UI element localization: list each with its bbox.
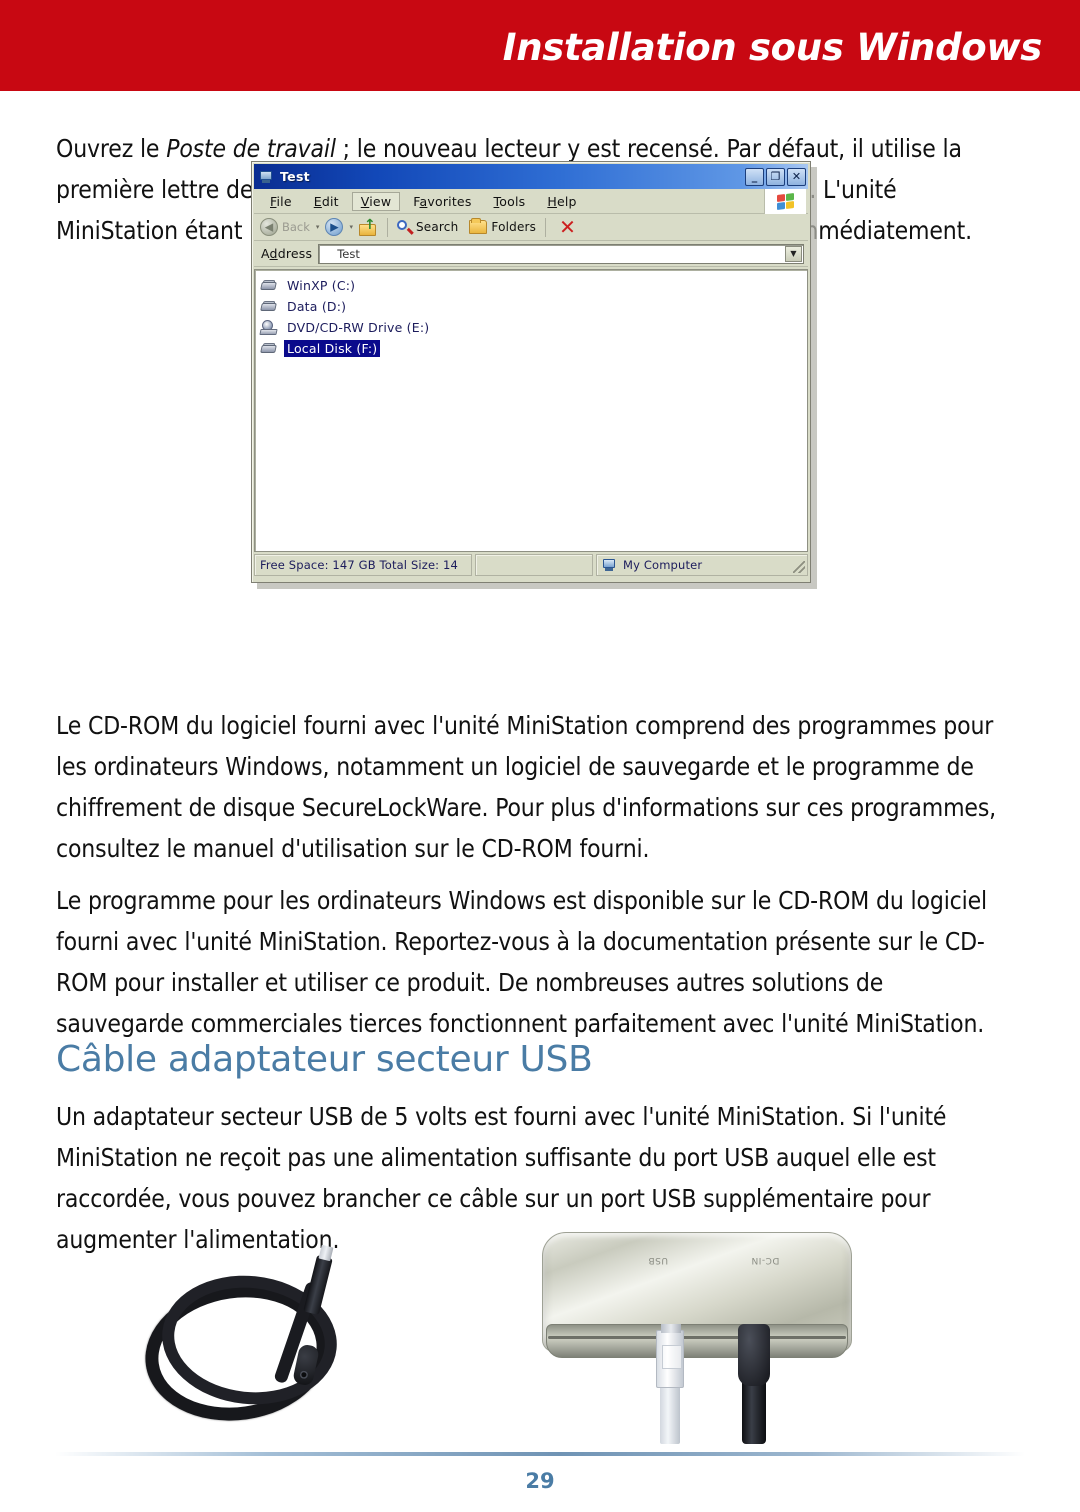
my-computer-icon (258, 169, 274, 185)
explorer-window-title: Test (280, 169, 310, 184)
usb-power-cable-photo (136, 1250, 430, 1440)
menu-rest-help: elp (556, 194, 577, 209)
search-button-label: Search (415, 220, 459, 234)
drive-label: Data (D:) (287, 299, 347, 314)
footer-divider (55, 1452, 1025, 1456)
menu-item-help[interactable]: Help (538, 192, 585, 211)
menu-rest-edit: dit (321, 194, 339, 209)
explorer-window: Test _ ❐ ✕ File Edit View Favorites Tool… (251, 161, 811, 583)
page-number: 29 (525, 1469, 555, 1493)
list-item[interactable]: WinXP (C:) (260, 275, 807, 296)
menu-item-tools[interactable]: Tools (485, 192, 535, 211)
device-dcin-port-label: DC-IN (751, 1255, 780, 1265)
search-icon (396, 219, 414, 235)
menu-rest-view: iew (369, 194, 392, 209)
hard-disk-icon (260, 300, 278, 314)
back-arrow-icon: ◀ (260, 218, 278, 236)
address-label-pre: A (261, 246, 270, 261)
device-bottom-edge (546, 1324, 848, 1358)
intro-paragraph-part1: Ouvrez le (56, 134, 167, 163)
forward-arrow-icon: ▶ (330, 220, 339, 234)
hard-disk-icon (260, 279, 278, 293)
windows-explorer-screenshot: Test _ ❐ ✕ File Edit View Favorites Tool… (251, 161, 817, 589)
menu-item-favorites[interactable]: Favorites (404, 192, 480, 211)
address-label-key: d (269, 246, 278, 261)
status-middle-pane (475, 554, 593, 576)
close-button[interactable]: ✕ (787, 167, 806, 186)
explorer-toolbar: ◀ Back ▾ ▶ ▾ ↑ Search Folders ✕ (254, 214, 808, 241)
usb-plug-head (656, 1324, 684, 1388)
intro-paragraph-italic: Poste de travail (166, 134, 336, 163)
folders-button[interactable]: Folders (469, 218, 537, 234)
back-button[interactable]: ◀ Back (260, 218, 310, 236)
ministation-device-photo: USB DC-IN (520, 1232, 880, 1447)
cdrom-paragraph: Le CD-ROM du logiciel fourni avec l'unit… (56, 711, 997, 863)
explorer-menu-bar: File Edit View Favorites Tools Help (254, 189, 808, 214)
device-seam-line (548, 1336, 846, 1339)
stop-icon[interactable]: ✕ (559, 217, 576, 237)
maximize-button[interactable]: ❐ (766, 167, 785, 186)
drive-label: DVD/CD-RW Drive (E:) (287, 320, 430, 335)
status-zone-label: My Computer (623, 558, 703, 572)
menu-item-file[interactable]: File (261, 192, 301, 211)
address-label-post: dress (277, 246, 313, 261)
address-label: Address (261, 246, 312, 261)
address-input-value: Test (337, 246, 360, 261)
back-button-label: Back (282, 220, 310, 234)
list-item[interactable]: Local Disk (F:) (260, 338, 807, 359)
resize-grip[interactable] (793, 561, 805, 573)
drive-label: WinXP (C:) (287, 278, 356, 293)
hard-disk-icon (260, 342, 278, 356)
address-dropdown-icon[interactable]: ▼ (785, 245, 802, 262)
windows-program-paragraph: Le programme pour les ordinateurs Window… (56, 886, 988, 1038)
list-item[interactable]: DVD/CD-RW Drive (E:) (259, 317, 807, 338)
menu-key-edit: E (313, 194, 322, 209)
menu-item-view[interactable]: View (351, 192, 401, 211)
windows-logo-icon (764, 189, 806, 214)
menu-key-view: V (360, 194, 370, 209)
menu-rest-file: ile (276, 194, 292, 209)
folders-button-label: Folders (491, 220, 537, 234)
status-zone-pane: My Computer (596, 554, 808, 576)
menu-item-edit[interactable]: Edit (305, 192, 348, 211)
address-input[interactable]: Test ▼ (318, 243, 804, 264)
menu-rest-tools: ools (499, 194, 526, 209)
back-dropdown-icon[interactable]: ▾ (316, 223, 320, 231)
explorer-file-list[interactable]: WinXP (C:) Data (D:) DVD/CD-RW Drive (E:… (254, 269, 808, 552)
search-button[interactable]: Search (396, 219, 459, 235)
forward-dropdown-icon[interactable]: ▾ (349, 223, 353, 231)
up-folder-icon[interactable]: ↑ (358, 218, 378, 236)
minimize-button[interactable]: _ (745, 167, 764, 186)
section-heading-usb-cable: Câble adaptateur secteur USB (56, 1039, 593, 1080)
status-free-space: Free Space: 147 GB Total Size: 14 (254, 554, 472, 576)
menu-rest-favorites: vorites (427, 194, 472, 209)
explorer-title-bar: Test _ ❐ ✕ (254, 164, 808, 189)
window-controls: _ ❐ ✕ (745, 167, 806, 186)
folders-icon (469, 218, 488, 234)
page-title: Installation sous Windows (502, 26, 1043, 69)
dc-plug-boot (738, 1324, 770, 1386)
explorer-address-bar: Address Test ▼ (254, 241, 808, 267)
forward-button[interactable]: ▶ (325, 218, 344, 236)
device-usb-port-label: USB (648, 1255, 668, 1265)
my-computer-icon (602, 558, 617, 572)
explorer-status-bar: Free Space: 147 GB Total Size: 14 My Com… (254, 554, 808, 576)
back-arrow-glyph: ◀ (264, 220, 274, 234)
menu-key-help: H (547, 194, 557, 209)
drive-label: Local Disk (F:) (284, 340, 381, 357)
cd-drive-icon (259, 320, 278, 335)
list-item[interactable]: Data (D:) (260, 296, 807, 317)
toolbar-separator-2 (545, 217, 547, 237)
toolbar-separator-1 (386, 217, 388, 237)
